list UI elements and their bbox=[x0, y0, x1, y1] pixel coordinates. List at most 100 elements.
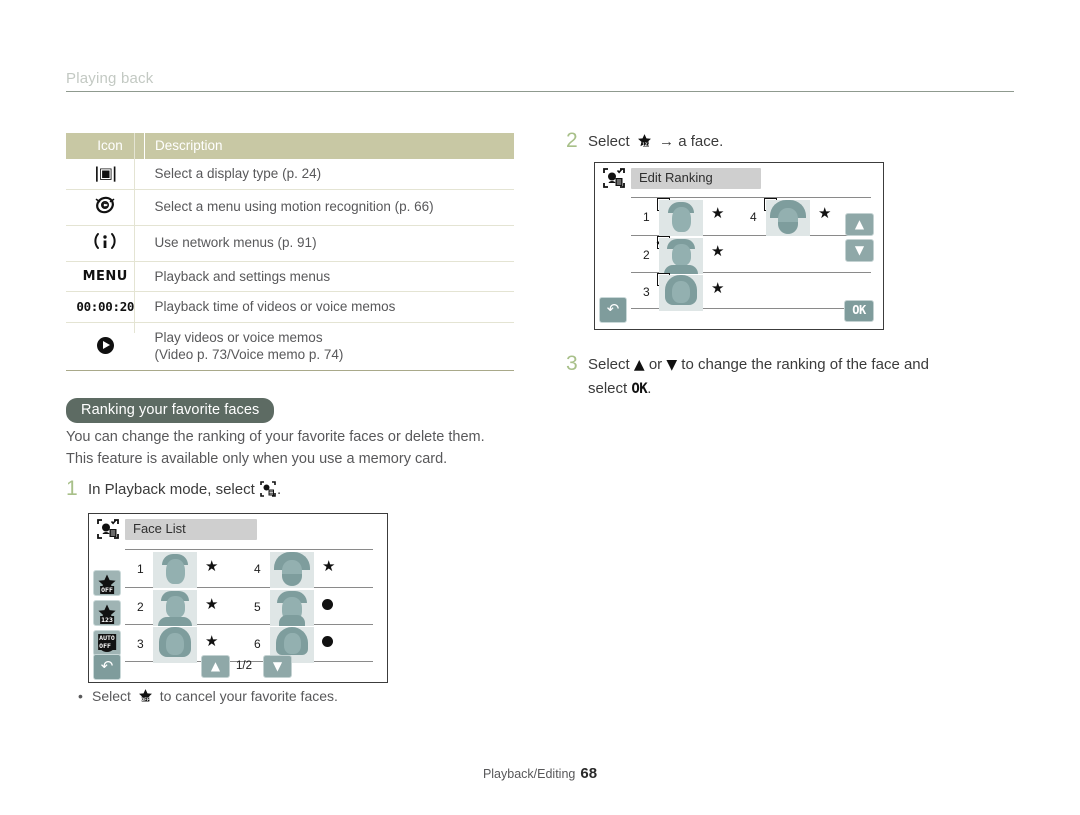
face-thumbnail bbox=[659, 238, 703, 274]
display-type-icon: |▣| bbox=[94, 164, 117, 183]
step-2-text-after: a face. bbox=[678, 133, 724, 150]
page-footer: Playback/Editing 68 bbox=[0, 765, 1080, 782]
row-description: Play videos or voice memos (Video p. 73/… bbox=[145, 322, 515, 370]
step-3-line2-after: . bbox=[647, 380, 652, 397]
ok-button[interactable]: OK bbox=[844, 300, 874, 322]
step-2-text: Select 123 → a face. bbox=[588, 130, 723, 155]
star-off-icon: OFF bbox=[137, 688, 154, 706]
row-separator bbox=[125, 549, 373, 550]
step-1: 1 In Playback mode, select . bbox=[66, 478, 281, 501]
step-3-line2-before: select bbox=[588, 380, 628, 397]
face-thumbnail bbox=[270, 590, 314, 626]
ok-glyph: OK bbox=[631, 381, 648, 397]
note-text: Select OFF to cancel your favorite faces… bbox=[92, 688, 338, 706]
smart-face-recognition-icon bbox=[603, 168, 625, 188]
smart-face-recognition-icon bbox=[97, 519, 119, 539]
svg-text:123: 123 bbox=[642, 142, 650, 147]
non-favorite-dot-mark bbox=[322, 599, 333, 610]
step-1-text: In Playback mode, select . bbox=[88, 478, 281, 501]
auto-off-button[interactable]: AUTO OFF bbox=[93, 630, 121, 656]
network-icon bbox=[66, 225, 145, 261]
row-description: Playback time of videos or voice memos bbox=[154, 299, 396, 315]
edit-ranking-title: Edit Ranking bbox=[631, 168, 761, 189]
note-text-before: Select bbox=[92, 688, 131, 704]
face-thumbnail bbox=[153, 552, 197, 588]
face-thumbnail bbox=[153, 590, 197, 626]
table-column-divider bbox=[134, 133, 135, 333]
face-list-icon bbox=[260, 481, 276, 497]
menu-icon: MENU bbox=[66, 261, 145, 292]
step-1-number: 1 bbox=[66, 477, 78, 500]
section-intro-line2: This feature is available only when you … bbox=[66, 451, 448, 467]
note: • Select OFF to cancel your favorite fac… bbox=[78, 688, 498, 706]
favorite-rank-button[interactable]: 123 bbox=[93, 600, 121, 626]
column-header-icon: Icon bbox=[66, 133, 145, 159]
favorite-star-mark: ★ bbox=[205, 632, 219, 650]
row-description: Select a display type (p. 24) bbox=[154, 166, 322, 181]
step-1-text-before: In Playback mode, select bbox=[88, 481, 255, 498]
step-2-text-before: Select bbox=[588, 133, 630, 150]
step-3: 3 Select ▲ or ▼ to change the ranking of… bbox=[566, 353, 1016, 401]
row-description: Playback and settings menus bbox=[154, 268, 331, 284]
row-description-line2: (Video p. 73/Voice memo p. 74) bbox=[154, 347, 344, 363]
chevron-up-icon: ▲ bbox=[633, 357, 645, 373]
step-2-number: 2 bbox=[566, 129, 578, 152]
step-3-text-middle: or bbox=[648, 356, 663, 373]
favorite-off-button[interactable]: OFF bbox=[93, 570, 121, 596]
face-thumbnail bbox=[270, 552, 314, 588]
step-3-text-after: to change the ranking of the face and bbox=[681, 356, 929, 373]
section-intro-line1: You can change the ranking of your favor… bbox=[66, 429, 485, 445]
chevron-down-icon: ▼ bbox=[666, 357, 678, 373]
running-head: Playing back bbox=[66, 70, 1014, 92]
step-3-text: Select ▲ or ▼ to change the ranking of t… bbox=[588, 353, 929, 401]
face-thumbnail bbox=[153, 627, 197, 663]
favorite-off-label: OFF bbox=[100, 586, 114, 594]
face-rank: 3 bbox=[137, 637, 144, 651]
step-3-number: 3 bbox=[566, 352, 578, 375]
back-button[interactable]: ↶ bbox=[93, 654, 121, 680]
page-down-button[interactable]: ▼ bbox=[263, 655, 292, 678]
section-intro: You can change the ranking of your favor… bbox=[66, 426, 536, 470]
edit-ranking-screen[interactable]: Edit Ranking 1 ★ 2 ★ 3 ★ 4 ★ ▲ ▼ OK ↶ bbox=[594, 162, 884, 330]
menu-icon-label: MENU bbox=[82, 269, 128, 285]
face-rank: 4 bbox=[254, 562, 261, 576]
favorite-star-mark: ★ bbox=[711, 204, 725, 222]
auto-off-label: AUTO OFF bbox=[98, 634, 116, 650]
favorite-rank-label: 123 bbox=[100, 616, 114, 624]
manual-page: Playing back Icon Description |▣| Select… bbox=[0, 0, 1080, 815]
face-thumbnail bbox=[659, 200, 703, 236]
row-description: Select a menu using motion recognition (… bbox=[154, 199, 434, 215]
back-button[interactable]: ↶ bbox=[599, 297, 627, 323]
face-thumbnail bbox=[659, 275, 703, 311]
favorite-star-icon: 123 bbox=[636, 132, 653, 155]
back-arrow-icon: ↶ bbox=[606, 300, 620, 318]
back-arrow-icon: ↶ bbox=[100, 657, 114, 675]
playback-time-label: 00:00:20 bbox=[76, 298, 135, 314]
favorite-star-mark: ★ bbox=[711, 279, 725, 297]
page-up-button[interactable]: ▲ bbox=[201, 655, 230, 678]
favorite-star-mark: ★ bbox=[205, 557, 219, 575]
non-favorite-dot-mark bbox=[322, 636, 333, 647]
face-rank: 1 bbox=[643, 210, 650, 224]
motion-recognition-icon bbox=[66, 189, 145, 225]
face-list-screen[interactable]: Face List 1 ★ 2 ★ 3 ★ 4 ★ 5 6 OFF 123 AU… bbox=[88, 513, 388, 683]
rank-down-button[interactable]: ▼ bbox=[845, 239, 874, 262]
face-list-title: Face List bbox=[125, 519, 257, 540]
favorite-star-mark: ★ bbox=[322, 557, 336, 575]
step-3-text-before: Select bbox=[588, 356, 630, 373]
footer-page-number: 68 bbox=[580, 765, 598, 782]
note-text-after: to cancel your favorite faces. bbox=[159, 688, 338, 704]
face-rank: 1 bbox=[137, 562, 144, 576]
face-rank: 6 bbox=[254, 637, 261, 651]
favorite-star-mark: ★ bbox=[711, 242, 725, 260]
rank-up-button[interactable]: ▲ bbox=[845, 213, 874, 236]
face-rank: 2 bbox=[643, 248, 650, 262]
play-icon bbox=[66, 322, 145, 370]
face-rank: 5 bbox=[254, 600, 261, 614]
face-rank: 4 bbox=[750, 210, 757, 224]
footer-label: Playback/Editing bbox=[482, 767, 576, 781]
running-head-title: Playing back bbox=[66, 70, 154, 87]
row-description-line1: Play videos or voice memos bbox=[154, 329, 323, 345]
step-2: 2 Select 123 → a face. bbox=[566, 130, 723, 155]
step-2-arrow: → bbox=[659, 133, 675, 150]
